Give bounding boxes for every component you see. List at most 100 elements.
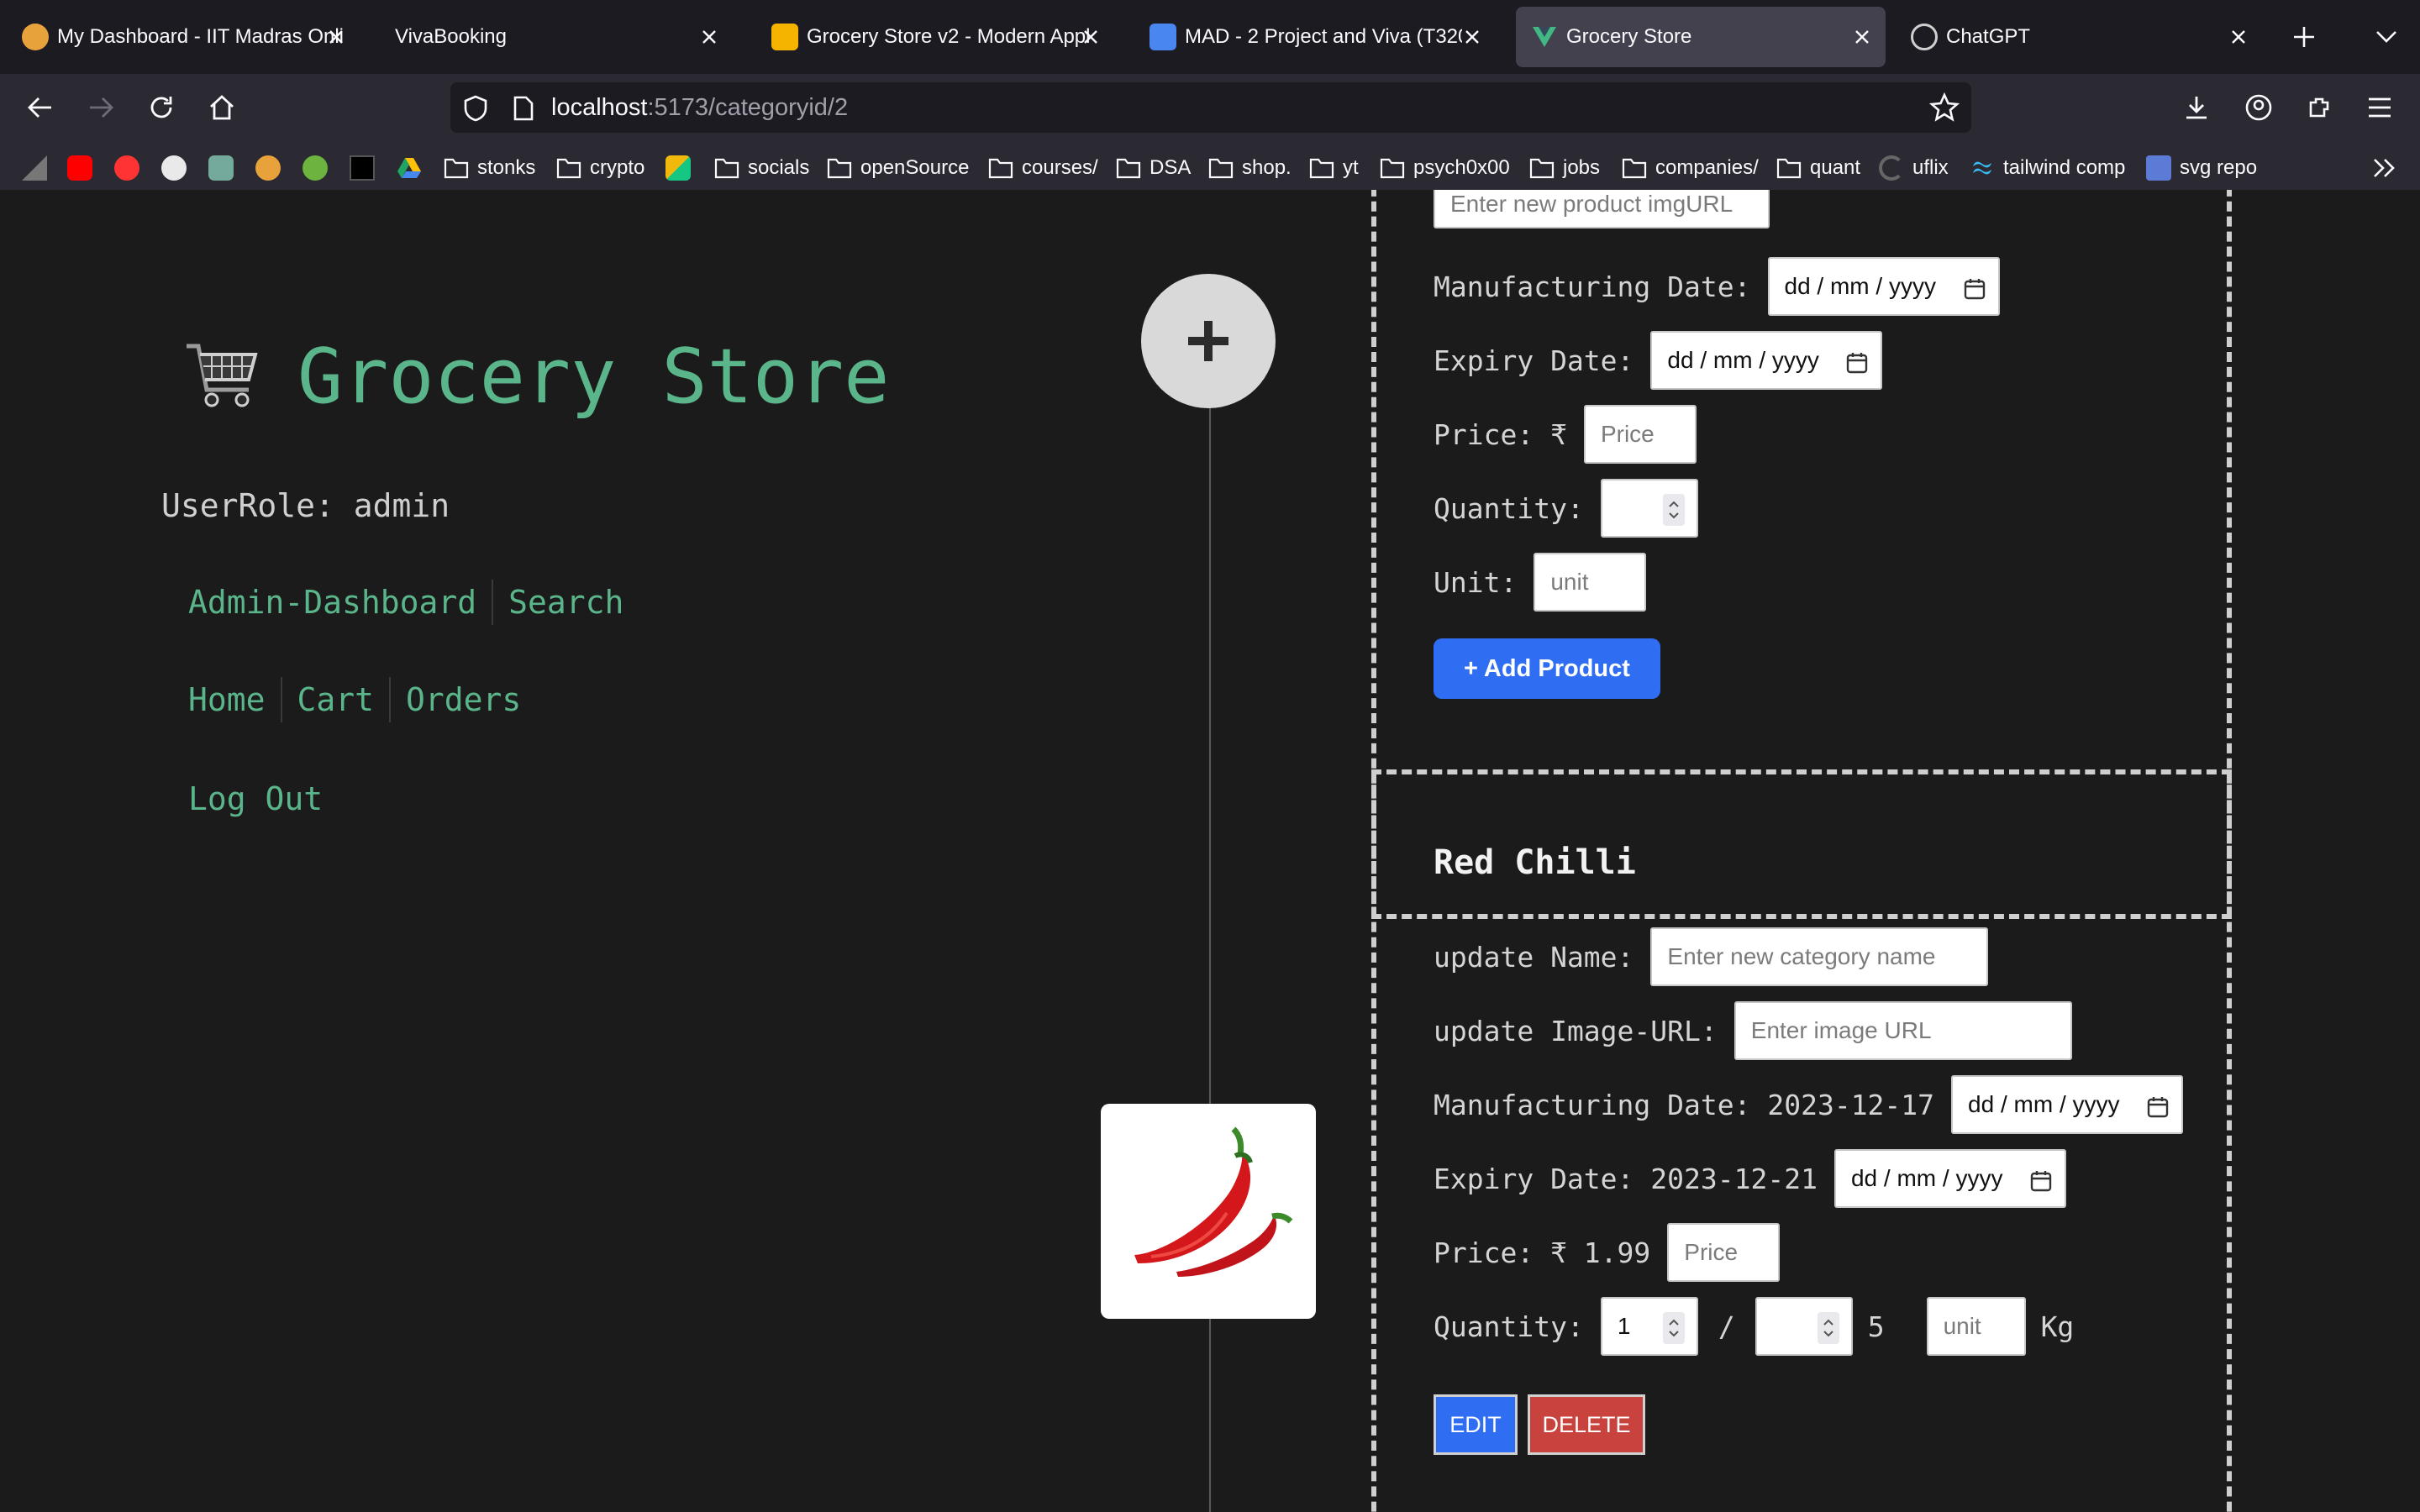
bookmark-exchange[interactable] <box>666 153 691 183</box>
price-input[interactable]: Price <box>1583 405 1697 464</box>
spinner-arrows-icon[interactable] <box>1817 1312 1839 1344</box>
account-icon[interactable] <box>2233 82 2284 133</box>
expiry-date-input[interactable]: dd / mm / yyyy <box>1833 1149 2066 1208</box>
tab-grocery-slides[interactable]: Grocery Store v2 - Modern Appl <box>756 7 1114 67</box>
update-name-label: update Name: <box>1434 940 1634 974</box>
bookmark-svgrepo[interactable]: svg repo <box>2146 153 2257 183</box>
add-product-fab[interactable] <box>1141 274 1276 408</box>
bookmark-tailwind[interactable]: tailwind comp <box>1970 153 2125 183</box>
bookmarks-overflow-chevron[interactable] <box>2371 153 2398 183</box>
bookmark-folder-courses[interactable]: courses/ <box>988 153 1098 183</box>
app-title: Grocery Store <box>297 333 890 421</box>
bookmark-chatgpt[interactable] <box>208 153 234 183</box>
bookmark-star-icon[interactable] <box>1929 92 1960 123</box>
bookmark-folder-shop[interactable]: shop. <box>1208 153 1292 183</box>
bookmark-folder-dsa[interactable]: DSA <box>1116 153 1191 183</box>
download-icon[interactable] <box>2171 82 2222 133</box>
github-icon <box>161 155 187 181</box>
product-image-url-input[interactable]: Enter new product imgURL <box>1434 190 1770 228</box>
unit-input[interactable]: unit <box>1926 1297 2026 1356</box>
bookmark-label: tailwind comp <box>2003 156 2126 179</box>
bookmark-folder-companies[interactable]: companies/ <box>1622 153 1759 183</box>
bookmark-google-drive[interactable] <box>397 153 422 183</box>
extensions-icon[interactable] <box>2294 82 2344 133</box>
price-label: Price: ₹ <box>1434 417 1567 451</box>
spinner-arrows-icon[interactable] <box>1662 1312 1685 1344</box>
folder-icon <box>1776 158 1802 179</box>
url-text[interactable]: localhost:5173/categoryid/2 <box>551 82 848 133</box>
orders-link[interactable]: Orders <box>391 677 536 722</box>
calendar-icon[interactable] <box>2029 1169 2053 1193</box>
tab-mad-project-doc[interactable]: MAD - 2 Project and Viva (T320 <box>1134 7 1496 67</box>
manufacturing-date-input[interactable]: dd / mm / yyyy <box>1767 257 2000 316</box>
new-tab-plus-icon[interactable] <box>2284 17 2324 57</box>
spinner-arrows-icon[interactable] <box>1662 494 1685 526</box>
bookmark-folder-opensource[interactable]: openSource <box>827 153 969 183</box>
page-info-icon[interactable] <box>513 96 536 121</box>
close-icon[interactable] <box>2223 22 2254 52</box>
reload-icon[interactable] <box>136 82 187 133</box>
search-link[interactable]: Search <box>493 580 639 625</box>
bookmark-github[interactable] <box>161 153 187 183</box>
forward-arrow-icon[interactable] <box>76 82 126 133</box>
bookmark-folder-socials[interactable]: socials <box>714 153 809 183</box>
close-icon[interactable] <box>1847 22 1877 52</box>
bookmark-youtube[interactable] <box>67 153 92 183</box>
nav-links-logout: Log Out <box>173 776 338 822</box>
bookmark-folder-jobs[interactable]: jobs <box>1529 153 1600 183</box>
expiry-date-input[interactable]: dd / mm / yyyy <box>1650 331 1883 390</box>
tab-vivabooking[interactable]: VivaBooking <box>380 7 733 67</box>
shield-icon[interactable] <box>462 94 491 123</box>
home-link[interactable]: Home <box>173 677 281 722</box>
logout-link[interactable]: Log Out <box>173 776 338 822</box>
calendar-icon[interactable] <box>2146 1095 2170 1119</box>
manufacturing-date-input[interactable]: dd / mm / yyyy <box>1951 1075 2184 1134</box>
bookmark-folder-psych[interactable]: psych0x00 <box>1380 153 1510 183</box>
bookmark-yt-music[interactable] <box>114 153 139 183</box>
calendar-icon[interactable] <box>1963 277 1986 301</box>
home-icon[interactable] <box>197 82 247 133</box>
bookmark-iitm[interactable] <box>255 153 281 183</box>
bookmark-folder-quant[interactable]: quant <box>1776 153 1860 183</box>
quantity-row: Quantity: 1 / 5 unit Kg <box>1434 1297 2074 1356</box>
bookmark-folder-stonks[interactable]: stonks <box>444 153 535 183</box>
quantity-stepper[interactable] <box>1600 479 1698 538</box>
hamburger-menu-icon[interactable] <box>2354 82 2405 133</box>
calendar-icon[interactable] <box>1845 351 1869 375</box>
close-icon[interactable] <box>321 22 351 52</box>
url-host: localhost <box>551 94 648 121</box>
cart-link[interactable]: Cart <box>282 677 390 722</box>
folder-icon <box>1622 158 1647 179</box>
update-name-input[interactable]: Enter new category name <box>1650 927 1989 986</box>
tab-iitm-dashboard[interactable]: My Dashboard - IIT Madras Onli <box>7 7 360 67</box>
back-arrow-icon[interactable] <box>15 82 66 133</box>
bookmark-label: openSource <box>860 156 970 179</box>
unit-value: Kg <box>2040 1310 2075 1343</box>
bookmark-tradingview[interactable] <box>350 153 375 183</box>
admin-dashboard-link[interactable]: Admin-Dashboard <box>173 580 492 625</box>
bookmark-uflix[interactable]: uflix <box>1879 153 1949 183</box>
delete-button[interactable]: DELETE <box>1528 1394 1645 1455</box>
bookmark-stairs[interactable] <box>22 153 47 183</box>
placeholder-text: Enter new product imgURL <box>1450 191 1733 217</box>
update-image-url-input[interactable]: Enter image URL <box>1733 1001 2072 1060</box>
chatgpt-icon <box>1911 24 1938 50</box>
price-input[interactable]: Price <box>1667 1223 1781 1282</box>
tab-chatgpt[interactable]: ChatGPT <box>1896 7 2262 67</box>
bookmark-folder-yt[interactable]: yt <box>1309 153 1359 183</box>
folder-icon <box>1380 158 1405 179</box>
close-icon[interactable] <box>1076 22 1106 52</box>
stock-stepper[interactable] <box>1754 1297 1853 1356</box>
chevron-down-icon[interactable] <box>2366 17 2407 57</box>
quantity-stepper[interactable]: 1 <box>1600 1297 1698 1356</box>
close-icon[interactable] <box>1457 22 1487 52</box>
add-product-button[interactable]: + Add Product <box>1434 638 1660 699</box>
bookmark-folder-crypto[interactable]: crypto <box>556 153 644 183</box>
address-bar[interactable]: localhost:5173/categoryid/2 <box>450 82 1971 133</box>
update-image-row: update Image-URL: Enter image URL <box>1434 1001 2072 1060</box>
bookmark-spring[interactable] <box>302 153 328 183</box>
unit-input[interactable]: unit <box>1534 553 1647 612</box>
edit-button[interactable]: EDIT <box>1434 1394 1518 1455</box>
tab-grocery-store[interactable]: Grocery Store <box>1516 7 1886 67</box>
close-icon[interactable] <box>694 22 724 52</box>
